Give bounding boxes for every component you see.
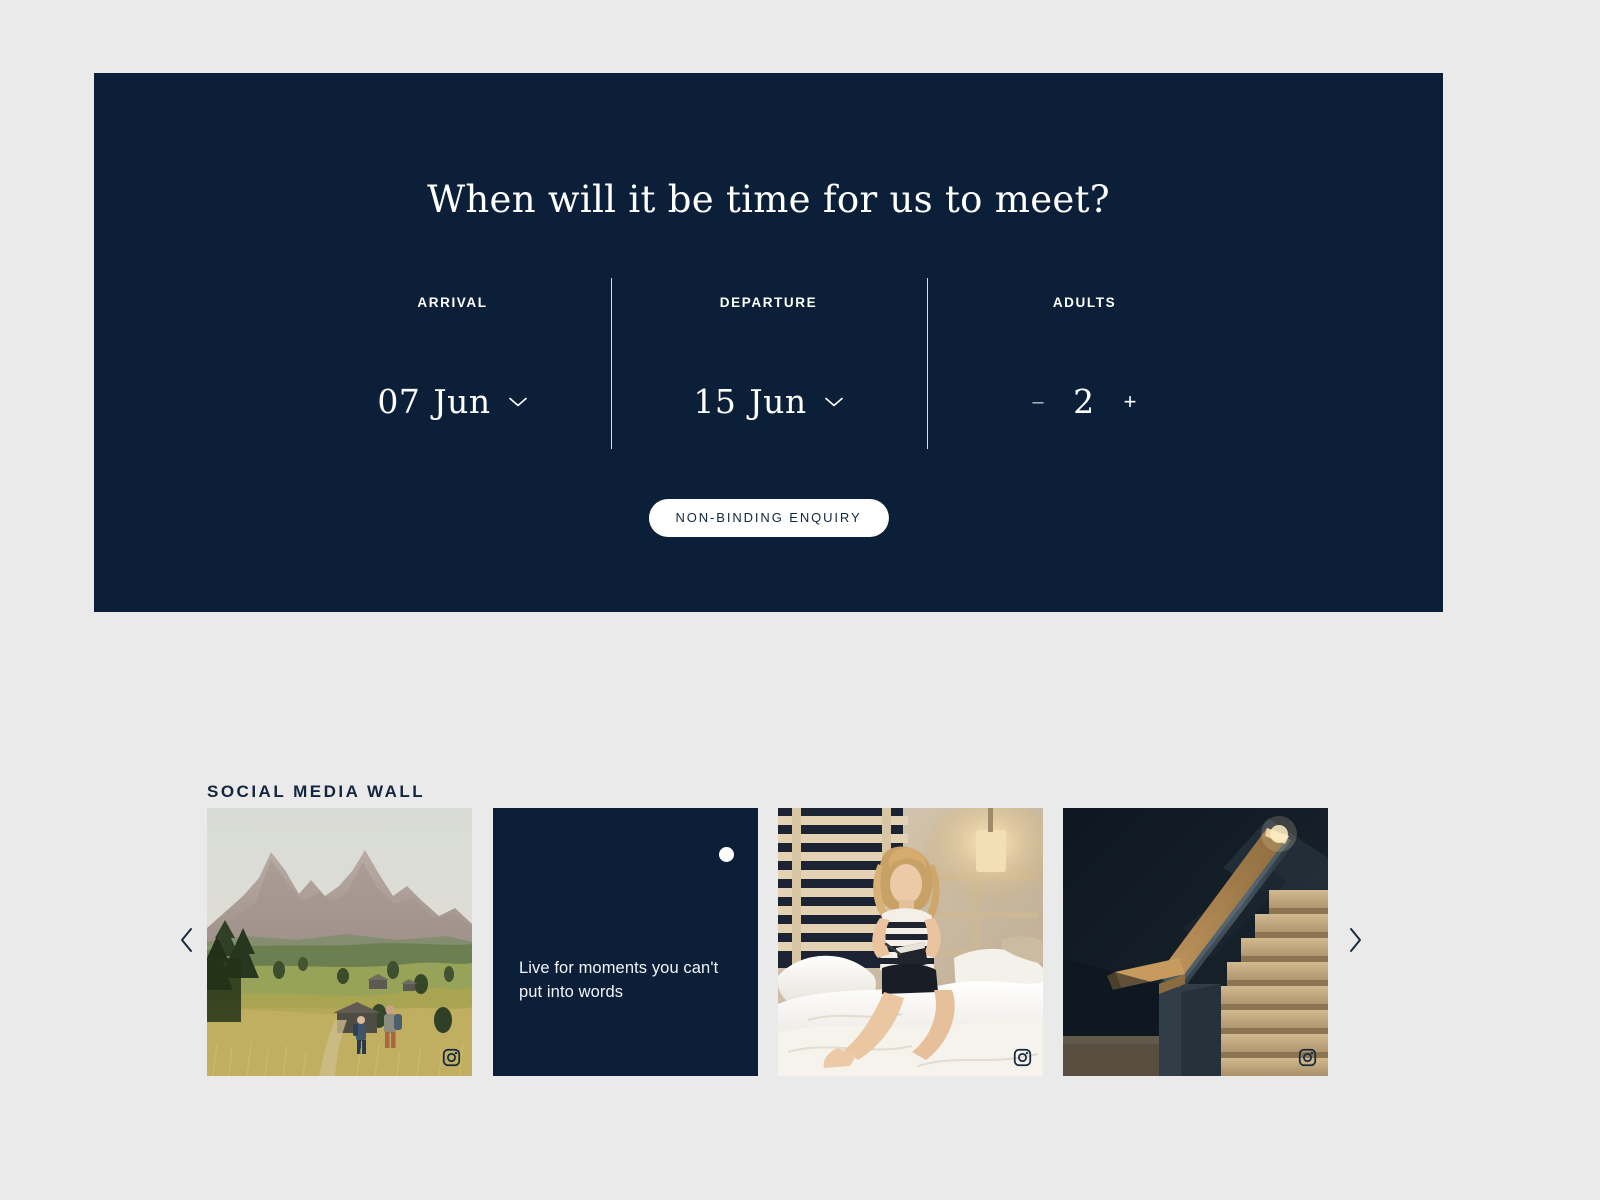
adults-increment-button[interactable]: +: [1110, 390, 1151, 413]
social-card-photo-bedroom[interactable]: [778, 808, 1043, 1076]
chevron-right-icon[interactable]: [1338, 918, 1372, 962]
chevron-left-icon[interactable]: [170, 918, 204, 962]
booking-fields-row: ARRIVAL 07 Jun DEPARTURE 15 Jun ADULTS –…: [94, 278, 1443, 453]
arrival-month: Jun: [433, 382, 491, 421]
field-label-adults: ADULTS: [1052, 295, 1117, 310]
social-card-photo-meadow[interactable]: [207, 808, 472, 1076]
chevron-down-icon[interactable]: [824, 395, 844, 413]
field-label-arrival: ARRIVAL: [417, 295, 488, 310]
non-binding-enquiry-button[interactable]: NON-BINDING ENQUIRY: [648, 499, 889, 537]
departure-month: Jun: [749, 382, 807, 421]
departure-day: 15: [693, 382, 737, 421]
booking-panel: When will it be time for us to meet? ARR…: [94, 73, 1443, 612]
dot-mark-icon: [719, 847, 734, 862]
social-media-wall-title: SOCIAL MEDIA WALL: [207, 782, 426, 802]
adults-decrement-button[interactable]: –: [1019, 392, 1058, 412]
adults-stepper[interactable]: – 2 +: [1019, 382, 1151, 421]
social-carousel: Live for moments you can't put into word…: [0, 808, 1600, 1076]
adults-value: 2: [1073, 382, 1095, 421]
departure-date-picker[interactable]: 15 Jun: [693, 382, 843, 421]
field-departure[interactable]: DEPARTURE 15 Jun: [610, 278, 927, 453]
chevron-down-icon[interactable]: [508, 395, 528, 413]
arrival-date-picker[interactable]: 07 Jun: [377, 382, 527, 421]
arrival-day: 07: [377, 382, 421, 421]
quote-text: Live for moments you can't put into word…: [519, 958, 719, 1001]
staircase-photo: [1063, 808, 1328, 1076]
field-label-departure: DEPARTURE: [719, 295, 818, 310]
bedroom-photo: [778, 808, 1043, 1076]
instagram-icon[interactable]: [442, 1048, 461, 1067]
field-arrival[interactable]: ARRIVAL 07 Jun: [295, 278, 611, 453]
instagram-icon[interactable]: [1298, 1048, 1317, 1067]
meadow-photo: [207, 808, 472, 1076]
field-adults[interactable]: ADULTS – 2 +: [926, 278, 1243, 453]
social-card-photo-staircase[interactable]: [1063, 808, 1328, 1076]
page-title: When will it be time for us to meet?: [427, 177, 1110, 221]
social-card-quote[interactable]: Live for moments you can't put into word…: [493, 808, 758, 1076]
instagram-icon[interactable]: [1013, 1048, 1032, 1067]
